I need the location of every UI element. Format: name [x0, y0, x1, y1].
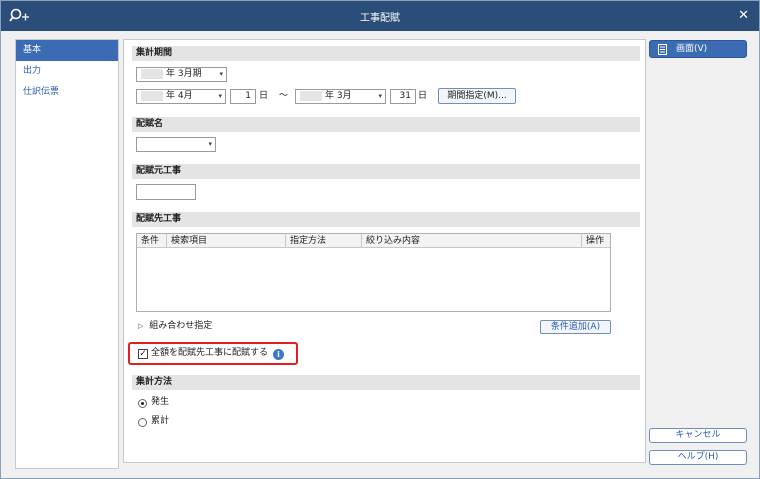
display-button[interactable]: 画面(V) [649, 40, 747, 58]
chevron-down-icon: ▾ [208, 140, 212, 148]
to-day-unit: 日 [418, 91, 428, 101]
sidebar-item-output[interactable]: 出力 [16, 61, 118, 82]
fiscal-year-value: 年 3月期 [166, 69, 202, 79]
combination-toggle[interactable]: ▷ 組み合わせ指定 [138, 319, 212, 334]
radio-occurrence-label: 発生 [151, 397, 170, 407]
from-month-select[interactable]: 年 4月 ▾ [136, 89, 226, 104]
chevron-down-icon: ▾ [219, 70, 223, 78]
cancel-button[interactable]: キャンセル [649, 428, 747, 443]
column-condition: 条件 [137, 234, 167, 248]
column-action: 操作 [586, 236, 605, 246]
chevron-down-icon: ▾ [378, 92, 382, 100]
close-icon[interactable]: ✕ [738, 8, 749, 23]
period-specify-button[interactable]: 期間指定(M)... [438, 88, 516, 104]
from-month-value: 年 4月 [166, 91, 193, 101]
destination-table: 条件 検索項目 指定方法 絞り込み内容 操作 [136, 233, 611, 312]
year-redacted [141, 90, 163, 101]
section-destination: 配賦先工事 [132, 212, 640, 227]
triangle-right-icon: ▷ [138, 322, 144, 330]
main-panel: 集計期間 年 3月期 ▾ 年 4月 ▾ 1 日 ～ 年 3月 ▾ 31 日 期間… [123, 39, 646, 463]
sidebar-item-basic[interactable]: 基本 [16, 40, 118, 61]
allocation-name-select[interactable]: ▾ [136, 137, 216, 152]
from-day-unit: 日 [259, 91, 269, 101]
section-allocation-name: 配賦名 [132, 117, 640, 132]
to-month-value: 年 3月 [325, 91, 352, 101]
radio-cumulative-label: 累計 [151, 416, 170, 426]
document-icon [658, 44, 667, 55]
combination-label: 組み合わせ指定 [149, 321, 213, 331]
sidebar-item-journal[interactable]: 仕訳伝票 [16, 82, 118, 103]
from-day-input[interactable]: 1 [230, 89, 256, 104]
year-redacted [141, 68, 163, 79]
to-month-select[interactable]: 年 3月 ▾ [295, 89, 386, 104]
radio-cumulative[interactable] [138, 418, 147, 427]
section-period: 集計期間 [132, 46, 640, 61]
chevron-down-icon: ▾ [218, 92, 222, 100]
help-button[interactable]: ヘルプ(H) [649, 450, 747, 465]
highlight-box [128, 342, 298, 365]
dialog-window: 工事配賦 ✕ 基本 出力 仕訳伝票 集計期間 年 3月期 ▾ 年 4月 ▾ 1 … [0, 0, 760, 479]
to-day-input[interactable]: 31 [390, 89, 416, 104]
window-title: 工事配賦 [360, 13, 400, 24]
section-method: 集計方法 [132, 375, 640, 390]
radio-occurrence[interactable] [138, 399, 147, 408]
source-project-input[interactable] [136, 184, 196, 200]
add-condition-button[interactable]: 条件追加(A) [540, 320, 611, 334]
table-header: 条件 検索項目 指定方法 絞り込み内容 操作 [137, 234, 610, 248]
section-source: 配賦元工事 [132, 164, 640, 179]
column-filter: 絞り込み内容 [362, 234, 582, 248]
column-search-field: 検索項目 [167, 234, 286, 248]
title-bar: 工事配賦 ✕ [1, 1, 759, 31]
sidebar: 基本 出力 仕訳伝票 [15, 39, 119, 469]
column-method: 指定方法 [286, 234, 362, 248]
year-redacted [300, 90, 322, 101]
fiscal-year-select[interactable]: 年 3月期 ▾ [136, 67, 227, 82]
display-button-label: 画面(V) [676, 44, 708, 54]
range-separator: ～ [279, 91, 289, 101]
